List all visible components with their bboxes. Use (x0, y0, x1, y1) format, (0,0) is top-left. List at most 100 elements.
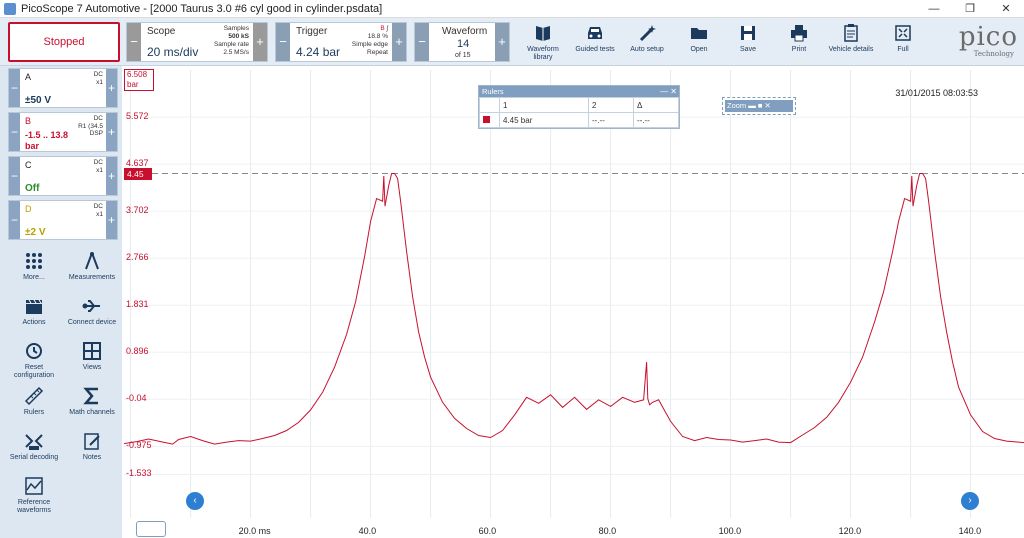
rulers-close-icon[interactable]: — ✕ (660, 86, 677, 97)
channel-d-increase-button[interactable]: + (106, 201, 117, 239)
scroll-right-button[interactable]: › (961, 492, 979, 510)
waveform-previous-button[interactable]: − (415, 23, 429, 61)
channel-b-scale-marker[interactable]: 6.508 bar (124, 69, 154, 91)
reset-configuration-label: Reset configuration (13, 364, 55, 379)
channel-d-range[interactable]: ±2 V (25, 227, 46, 238)
channel-c-coupling: DC (93, 159, 103, 166)
vehicle-details-button[interactable]: Vehicle details (828, 20, 874, 64)
actions-button[interactable]: Actions (6, 295, 62, 327)
trigger-edge-type[interactable]: Simple edge (352, 41, 388, 48)
rulers-panel[interactable]: Rulers — ✕ 1 2 Δ 4.45 bar --.-- --.-- (478, 85, 680, 129)
open-label: Open (690, 46, 708, 53)
timebase-increase-button[interactable]: + (253, 23, 267, 61)
waveform-total: of 15 (455, 52, 471, 59)
rulers-col-1: 1 (499, 97, 589, 113)
channel-a-decrease-button[interactable]: − (9, 69, 20, 107)
views-label: Views (82, 364, 102, 371)
full-screen-label: Full (897, 46, 909, 53)
save-label: Save (740, 46, 756, 53)
channel-b-dsp: DSP (89, 130, 103, 137)
x-tick-label: 60.0 (478, 526, 497, 536)
samples-value[interactable]: 500 kS (228, 33, 249, 40)
more-button[interactable]: More... (6, 250, 62, 282)
reference-waveforms-label: Reference waveforms (17, 499, 51, 514)
trigger-level[interactable]: 4.24 bar (296, 45, 340, 59)
maximize-button[interactable]: ❐ (952, 0, 988, 18)
waveform-next-button[interactable]: + (495, 23, 509, 61)
print-button[interactable]: Print (776, 20, 822, 64)
capture-timestamp: 31/01/2015 08:03:53 (895, 88, 978, 98)
rulers-col-2: 2 (587, 97, 634, 113)
open-button[interactable]: Open (676, 20, 722, 64)
waveform-group: − Waveform 14 of 15 + (414, 22, 510, 62)
picoscope-window: PicoScope 7 Automotive - [2000 Taurus 3.… (0, 0, 1024, 538)
rulers-button[interactable]: Rulers (6, 385, 62, 417)
channel-a-card[interactable]: − A ±50 V DC x1 + (8, 68, 118, 108)
channel-d-decrease-button[interactable]: − (9, 201, 20, 239)
y-tick-label: 0.896 (126, 346, 149, 357)
minimize-button[interactable]: — (916, 0, 952, 18)
rulers-corner (479, 97, 500, 113)
close-button[interactable]: ✕ (988, 0, 1024, 18)
trigger-mode[interactable]: Repeat (367, 49, 388, 56)
waveform-plot[interactable] (124, 66, 1024, 538)
rulers-row-delta: --.-- (632, 112, 680, 128)
ruler-handle[interactable] (136, 521, 166, 537)
run-stop-button[interactable]: Stopped (8, 22, 120, 62)
sigma-icon (83, 387, 98, 405)
zoom-overview-header[interactable]: Zoom ▬ ■ ✕ (725, 100, 793, 112)
waveform-current[interactable]: 14 (457, 38, 469, 50)
timebase-value[interactable]: 20 ms/div (147, 45, 198, 59)
measurements-button[interactable]: Measurements (64, 250, 120, 282)
channel-b-card[interactable]: − B -1.5 .. 13.8 bar DC R1 (34.5 DSP + (8, 112, 118, 152)
x-tick-label: 40.0 (358, 526, 377, 536)
math-channels-label: Math channels (69, 409, 115, 416)
timebase-decrease-button[interactable]: − (127, 23, 141, 61)
scope-view[interactable]: 5.572 4.637 3.702 2.766 1.831 0.896 -0.04 -0.97… (124, 66, 1024, 538)
reference-icon (25, 477, 43, 495)
channel-a-range[interactable]: ±50 V (25, 95, 51, 106)
channel-b-range[interactable]: -1.5 .. 13.8 bar (25, 130, 81, 152)
channel-c-range[interactable]: Off (25, 183, 39, 194)
save-button[interactable]: Save (725, 20, 771, 64)
rulers-header[interactable]: Rulers — ✕ (479, 86, 679, 97)
reset-configuration-button[interactable]: Reset configuration (6, 340, 62, 380)
ruler-icon (24, 386, 44, 406)
trigger-channel: B (380, 25, 385, 32)
scroll-left-button[interactable]: ‹ (186, 492, 204, 510)
notes-button[interactable]: Notes (64, 430, 120, 462)
zoom-controls-icon[interactable]: ▬ ■ ✕ (748, 101, 770, 110)
channel-c-info: DC x1 (94, 159, 103, 174)
views-button[interactable]: Views (64, 340, 120, 372)
channel-b-increase-button[interactable]: + (106, 113, 117, 151)
serial-decoding-button[interactable]: Serial decoding (6, 430, 62, 462)
auto-setup-button[interactable]: Auto setup (624, 20, 670, 64)
x-tick-label: 100.0 (718, 526, 742, 536)
trigger-increase-button[interactable]: + (392, 23, 406, 61)
channel-b-probe: R1 (34.5 (78, 122, 103, 130)
channel-c-card[interactable]: − C Off DC x1 + (8, 156, 118, 196)
ruler-value-flag[interactable]: 4.45 (124, 168, 152, 180)
y-tick-label: 4.637 (126, 158, 149, 169)
channel-c-increase-button[interactable]: + (106, 157, 117, 195)
connect-device-button[interactable]: Connect device (64, 295, 120, 327)
channel-b-decrease-button[interactable]: − (9, 113, 20, 151)
math-channels-button[interactable]: Math channels (64, 385, 120, 417)
zoom-overview[interactable]: Zoom ▬ ■ ✕ (722, 97, 796, 115)
serial-icon (25, 434, 43, 450)
reference-waveforms-button[interactable]: Reference waveforms (6, 475, 62, 515)
channel-d-card[interactable]: − D ±2 V DC x1 + (8, 200, 118, 240)
guided-tests-button[interactable]: Guided tests (572, 20, 618, 64)
channel-a-probe: x1 (96, 78, 103, 86)
waveform-label: Waveform (442, 26, 488, 37)
clipboard-icon (844, 24, 858, 42)
rulers-label: Rulers (23, 409, 45, 416)
channel-a-increase-button[interactable]: + (106, 69, 117, 107)
history-icon (26, 343, 42, 359)
waveform-library-button[interactable]: Waveform library (520, 20, 566, 64)
folder-icon (691, 28, 707, 39)
measurements-label: Measurements (68, 274, 116, 281)
trigger-decrease-button[interactable]: − (276, 23, 290, 61)
channel-c-decrease-button[interactable]: − (9, 157, 20, 195)
full-screen-button[interactable]: Full (880, 20, 926, 64)
